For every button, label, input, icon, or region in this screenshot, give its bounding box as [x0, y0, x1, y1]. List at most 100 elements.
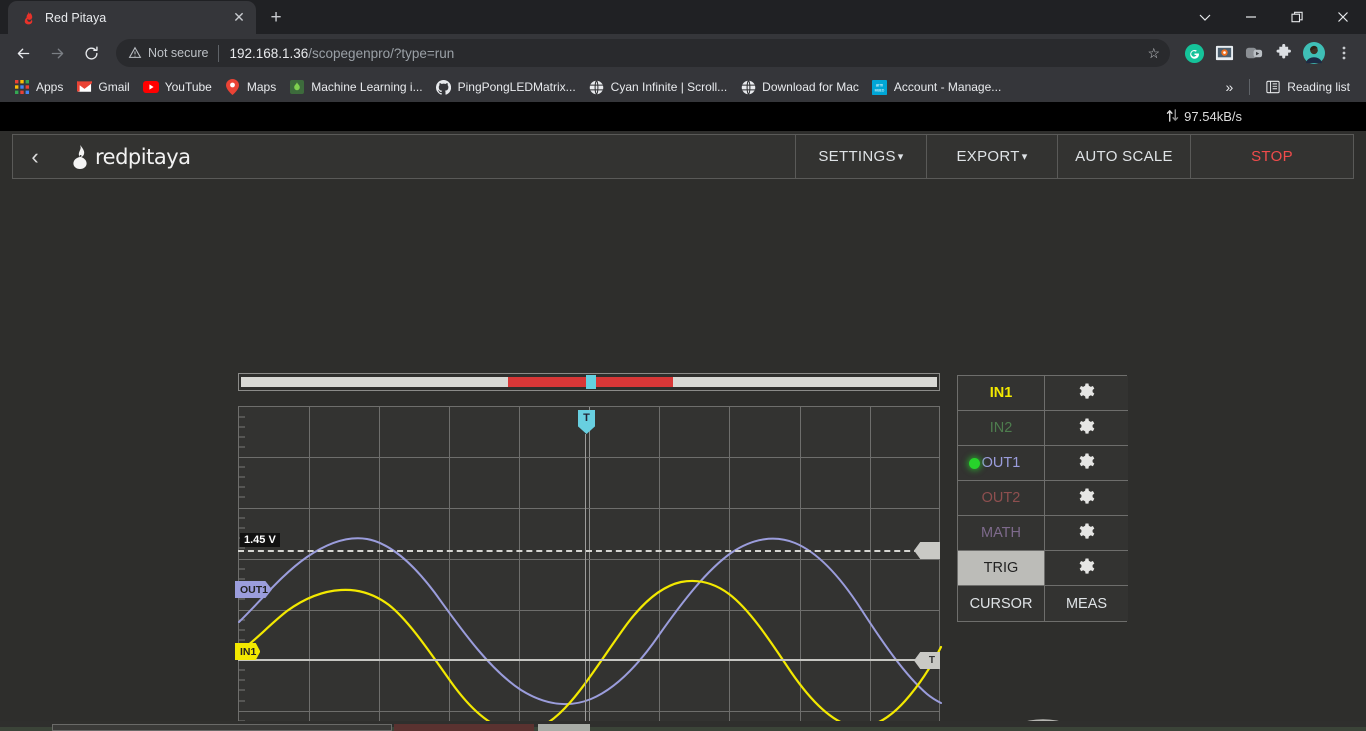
channel-button-math[interactable]: MATH [958, 516, 1045, 551]
gear-icon [1079, 418, 1094, 434]
bookmark-label: Download for Mac [762, 80, 859, 94]
apps-grid-icon [14, 79, 30, 95]
bookmark-label: YouTube [164, 80, 212, 94]
gear-icon [1079, 558, 1094, 574]
reading-list-button[interactable]: Reading list [1260, 76, 1358, 98]
network-rate-text: 97.54kB/s [1184, 109, 1242, 124]
monitor-icon[interactable] [1210, 39, 1238, 67]
window-close-icon[interactable] [1320, 0, 1366, 34]
channel-button-out2[interactable]: OUT2 [958, 481, 1045, 516]
in1-waveform-trace [237, 579, 943, 731]
redpitaya-logo: redpitaya [57, 135, 191, 178]
gear-icon [1079, 383, 1094, 399]
export-label: EXPORT [956, 148, 1020, 165]
bookmark-label: Machine Learning i... [311, 80, 423, 94]
close-icon[interactable]: ✕ [230, 9, 248, 27]
browser-tab[interactable]: Red Pitaya ✕ [8, 1, 256, 34]
bookmarks-bar-right: » Reading list [1220, 76, 1359, 98]
bookmark-gmail[interactable]: Gmail [71, 76, 137, 98]
window-controls [1182, 0, 1366, 34]
trigger-position-line [585, 434, 586, 731]
bookmark-youtube[interactable]: YouTube [138, 76, 220, 98]
gmail-icon [76, 79, 92, 95]
minimize-icon[interactable] [1228, 0, 1274, 34]
stop-button[interactable]: STOP [1190, 135, 1353, 178]
bottom-window-edge [0, 721, 1366, 731]
out1-settings-gear[interactable] [1045, 446, 1128, 481]
bookmark-label: Account - Manage... [893, 80, 1002, 94]
channel-button-out1[interactable]: OUT1 [958, 446, 1045, 481]
url-path: /scopegenpro/?type=run [308, 45, 455, 61]
bookmark-download-for-mac[interactable]: Download for Mac [735, 76, 867, 98]
oscilloscope-grid[interactable] [237, 406, 943, 731]
app-header: ‹ redpitaya SETTINGS ▾ EXPORT ▾ AUTO SCALE… [12, 134, 1354, 179]
bookmark-account-manage[interactable]: arm MBED Account - Manage... [867, 76, 1009, 98]
bottom-panel-field[interactable] [52, 724, 392, 731]
cursor-button[interactable]: CURSOR [958, 586, 1045, 621]
gear-icon [1079, 488, 1094, 504]
scrollbar-range-right[interactable] [595, 377, 674, 387]
red-pitaya-app: 97.54kB/s ‹ redpitaya SETTINGS ▾ EXPORT ▾ … [0, 102, 1366, 731]
gear-icon [1079, 453, 1094, 469]
bookmark-pingpongledmatrix[interactable]: PingPongLEDMatrix... [431, 76, 584, 98]
chevron-down-icon[interactable] [1182, 0, 1228, 34]
back-button[interactable] [8, 38, 38, 68]
browser-toolbar: Not secure 192.168.1.36/scopegenpro/?typ… [0, 34, 1366, 72]
maps-pin-icon [225, 79, 241, 95]
in1-channel-tag[interactable]: IN1 [235, 643, 261, 660]
scrollbar-track-left[interactable] [241, 377, 508, 387]
security-indicator[interactable]: Not secure [128, 44, 220, 62]
bookmark-label: Maps [246, 80, 277, 94]
trig-settings-gear[interactable] [1045, 551, 1128, 586]
restore-icon[interactable] [1274, 0, 1320, 34]
out2-settings-gear[interactable] [1045, 481, 1128, 516]
bookmark-machine-learning[interactable]: Machine Learning i... [284, 76, 430, 98]
trigger-level-badge[interactable]: 1.45 V [240, 533, 280, 547]
media-icon[interactable] [1240, 39, 1268, 67]
forward-button[interactable] [42, 38, 72, 68]
extensions-puzzle-icon[interactable] [1270, 39, 1298, 67]
chrome-menu-icon[interactable] [1330, 39, 1358, 67]
scrollbar-range-left[interactable] [507, 377, 586, 387]
scrollbar-track-right[interactable] [673, 377, 937, 387]
scrollbar-handle[interactable] [585, 375, 596, 389]
profile-avatar[interactable] [1300, 39, 1328, 67]
tab-title: Red Pitaya [45, 10, 107, 25]
bookmark-apps[interactable]: Apps [9, 76, 71, 98]
in2-settings-gear[interactable] [1045, 411, 1128, 446]
horizontal-position-scrollbar[interactable] [238, 373, 940, 391]
channel-label: TRIG [983, 560, 1019, 576]
header-spacer [191, 135, 796, 178]
grammarly-icon[interactable] [1180, 39, 1208, 67]
channel-label: OUT2 [981, 490, 1021, 506]
channel-label: MATH [980, 525, 1021, 541]
globe-icon [589, 79, 605, 95]
bookmark-globe-1[interactable]: Cyan Infinite | Scroll... [584, 76, 736, 98]
bookmark-star-icon[interactable]: ☆ [1147, 45, 1160, 62]
address-bar[interactable]: Not secure 192.168.1.36/scopegenpro/?typ… [116, 39, 1170, 67]
in1-settings-gear[interactable] [1045, 376, 1128, 411]
reload-button[interactable] [76, 38, 106, 68]
svg-text:arm: arm [876, 82, 884, 87]
channel-button-in2[interactable]: IN2 [958, 411, 1045, 446]
bookmarks-overflow-button[interactable]: » [1220, 77, 1240, 97]
math-settings-gear[interactable] [1045, 516, 1128, 551]
auto-scale-button[interactable]: AUTO SCALE [1057, 135, 1190, 178]
meas-button[interactable]: MEAS [1045, 586, 1128, 621]
reading-list-label: Reading list [1287, 80, 1350, 94]
redpitaya-wordmark: redpitaya [95, 144, 191, 169]
export-button[interactable]: EXPORT ▾ [926, 135, 1057, 178]
channel-button-in1[interactable]: IN1 [958, 376, 1045, 411]
arm-mbed-icon: arm MBED [872, 79, 888, 95]
bookmark-maps[interactable]: Maps [220, 76, 284, 98]
gear-icon [1079, 523, 1094, 539]
new-tab-button[interactable]: + [262, 4, 290, 32]
back-chevron-icon[interactable]: ‹ [13, 135, 57, 178]
out1-channel-tag[interactable]: OUT1 [235, 581, 273, 598]
trig-button[interactable]: TRIG [958, 551, 1045, 586]
bottom-panel-button[interactable] [538, 724, 590, 731]
bookmark-label: Gmail [98, 80, 130, 94]
chevron-down-icon: ▾ [1021, 151, 1028, 163]
settings-button[interactable]: SETTINGS ▾ [795, 135, 926, 178]
bottom-panel-accent [394, 724, 534, 731]
